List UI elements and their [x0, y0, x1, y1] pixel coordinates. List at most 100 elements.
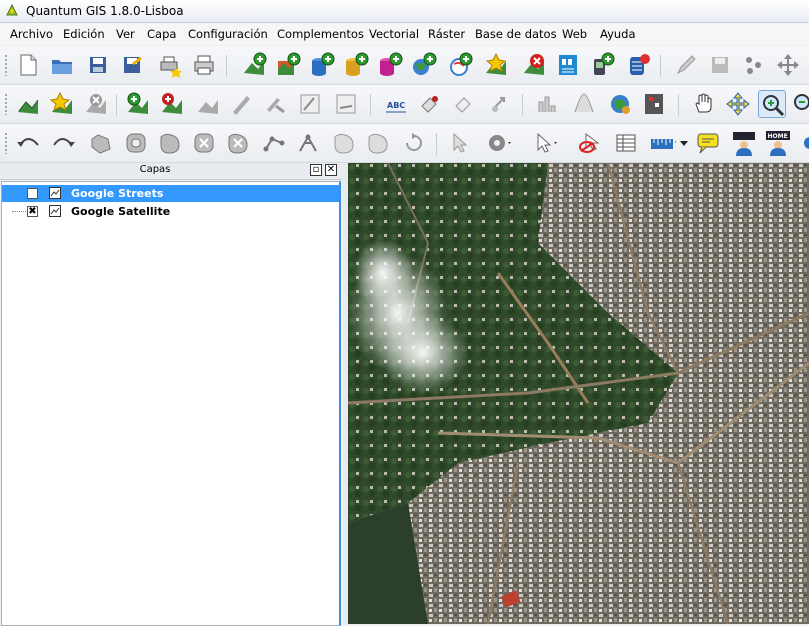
toggle-editing-button[interactable] [672, 51, 700, 79]
histogram-button[interactable] [534, 90, 562, 118]
reshape-button[interactable] [296, 90, 324, 118]
menu-edicion[interactable]: Edición [63, 27, 105, 41]
merge-attributes-button[interactable] [364, 129, 392, 157]
map-tips-button[interactable] [694, 129, 722, 157]
print-composer-new-button[interactable] [156, 51, 184, 79]
layer-visibility-checkbox[interactable]: ✖ [27, 206, 38, 217]
new-layer-star-button[interactable] [48, 90, 76, 118]
ring-gray-icon [198, 100, 218, 114]
label-tool-button[interactable]: ABC [382, 90, 410, 118]
abc-label-icon: ABC [386, 101, 406, 113]
offset-curve-icon [336, 94, 356, 114]
close-panel-button[interactable]: ✕ [325, 164, 337, 176]
float-panel-button[interactable]: ▫ [310, 164, 322, 176]
pan-to-selection-button[interactable] [724, 90, 752, 118]
globe-button[interactable] [606, 90, 634, 118]
home-button[interactable]: HOME [764, 129, 792, 157]
move-label-button[interactable] [486, 90, 514, 118]
open-project-button[interactable] [48, 51, 76, 79]
add-ring-button[interactable] [122, 129, 150, 157]
toolbar-advanced: HOME [0, 124, 809, 163]
stretch-button[interactable] [570, 90, 598, 118]
simplify-feature-button[interactable] [86, 129, 114, 157]
menu-ver[interactable]: Ver [116, 27, 135, 41]
menu-web[interactable]: Web [562, 27, 587, 41]
delete-part-button[interactable] [224, 129, 252, 157]
add-mssql-layer-button[interactable] [376, 51, 404, 79]
layer-visibility-checkbox[interactable] [27, 188, 38, 199]
menu-vectorial[interactable]: Vectorial [369, 27, 419, 41]
printer-icon [194, 55, 214, 75]
save-project-button[interactable] [84, 51, 112, 79]
reshape-nodes-icon [263, 136, 285, 152]
zoom-in-button[interactable] [758, 90, 786, 118]
more-tools-button[interactable] [800, 129, 809, 157]
pin-labels-button[interactable] [416, 90, 444, 118]
split-tool-button[interactable] [228, 90, 256, 118]
pan-button[interactable] [690, 90, 718, 118]
capture-polygon-button[interactable] [14, 90, 42, 118]
split-features-button[interactable] [294, 129, 322, 157]
menu-archivo[interactable]: Archivo [10, 27, 53, 41]
menu-configuracion[interactable]: Configuración [188, 27, 268, 41]
select-features-button[interactable] [530, 129, 558, 157]
show-hide-labels-button[interactable] [450, 90, 478, 118]
rotate-symbols-button[interactable] [400, 129, 428, 157]
reshape-features-button[interactable] [260, 129, 288, 157]
menu-base-de-datos[interactable]: Base de datos [475, 27, 557, 41]
new-project-button[interactable] [14, 51, 42, 79]
toolbar-grip[interactable] [4, 132, 8, 154]
remove-disabled-button[interactable] [82, 90, 110, 118]
add-oracle-layer-button[interactable] [624, 51, 652, 79]
toolbar-grip[interactable] [4, 93, 8, 115]
undo-button[interactable] [14, 129, 42, 157]
merge-features-button[interactable] [330, 129, 358, 157]
new-shapefile-button[interactable] [482, 51, 510, 79]
save-edits-button[interactable] [706, 51, 734, 79]
menu-raster[interactable]: Ráster [428, 27, 465, 41]
add-feature-button[interactable] [740, 51, 768, 79]
printer-star-icon [160, 56, 182, 78]
measure-line-button[interactable] [648, 129, 676, 157]
menu-capa[interactable]: Capa [147, 27, 176, 41]
add-wcs-layer-button[interactable] [446, 51, 474, 79]
print-composer-button[interactable] [190, 51, 218, 79]
stretch-curve-icon [574, 93, 594, 113]
add-raster-layer-button[interactable] [274, 51, 302, 79]
add-vector-layer-button[interactable] [240, 51, 268, 79]
add-gps-layer-button[interactable] [588, 51, 616, 79]
run-feature-action-button[interactable] [484, 129, 512, 157]
layer-row-google-streets[interactable]: Google Streets [2, 185, 339, 202]
save-as-button[interactable] [118, 51, 146, 79]
pan-selection-icon [726, 92, 750, 116]
delete-ring-button[interactable] [190, 129, 218, 157]
add-layer-red-button[interactable] [158, 90, 186, 118]
add-postgis-layer-button[interactable] [308, 51, 336, 79]
map-canvas[interactable] [348, 163, 809, 624]
node-tool-button[interactable] [262, 90, 290, 118]
layers-panel-header: Capas ▫ ✕ [0, 163, 342, 180]
remove-layer-button[interactable] [520, 51, 548, 79]
move-feature-button[interactable] [774, 51, 802, 79]
reshape-icon [300, 94, 320, 114]
ring-tool-button[interactable] [194, 90, 222, 118]
menu-ayuda[interactable]: Ayuda [600, 27, 636, 41]
simplify-icon [91, 134, 111, 154]
add-layer-green-button[interactable] [124, 90, 152, 118]
attribute-table-button[interactable] [612, 129, 640, 157]
zoom-in-icon [763, 95, 785, 117]
add-delimited-text-button[interactable] [554, 51, 582, 79]
deselect-all-button[interactable] [576, 129, 604, 157]
add-part-button[interactable] [156, 129, 184, 157]
identify-features-button[interactable] [446, 129, 474, 157]
layer-row-google-satellite[interactable]: ✖ Google Satellite [2, 203, 339, 220]
add-spatialite-layer-button[interactable] [342, 51, 370, 79]
hotlink-button[interactable] [730, 129, 758, 157]
add-wms-layer-button[interactable] [410, 51, 438, 79]
offset-curve-button[interactable] [332, 90, 360, 118]
metasearch-button[interactable] [640, 90, 668, 118]
zoom-out-button[interactable] [790, 90, 809, 118]
redo-button[interactable] [50, 129, 78, 157]
menu-complementos[interactable]: Complementos [277, 27, 364, 41]
toolbar-grip[interactable] [4, 54, 8, 76]
